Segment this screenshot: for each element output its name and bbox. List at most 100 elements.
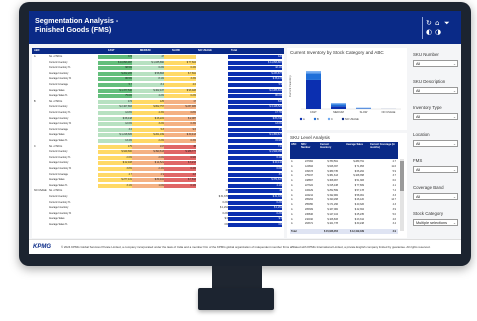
sku-cell: 263371 — [305, 222, 313, 226]
matrix-row[interactable]: B No. of SKUs 474 125 17 616 — [32, 99, 284, 104]
matrix-row[interactable]: Current Inventory % 68.5% 6.2% 0.4% 42.1% — [32, 66, 284, 71]
matrix-row[interactable]: Current Inventory $ 10,893,997 $ 1,035,890… — [32, 60, 284, 65]
matrix-cell-metric: Average Inventory % — [49, 167, 72, 170]
sku-row[interactable]: A 236846 $ 127,104 $ 25,235 5.0 — [290, 213, 398, 217]
home-icon[interactable]: ⌂ — [435, 20, 439, 27]
matrix-cell-nm — [196, 117, 228, 121]
matrix-row[interactable]: Current Inventory % 12.8% 4.3% 0.8% 17.7% — [32, 111, 284, 115]
matrix-row[interactable]: Current Inventory $ 949,660 $ 390,613 $ 188… — [32, 150, 284, 155]
chart-bar-b[interactable] — [306, 73, 321, 80]
matrix-cell-total: $ 233,877 — [228, 71, 282, 76]
matrix-row[interactable]: Average Sales $ 1,218,605 $ 201,199 $ 30,41… — [32, 133, 284, 138]
inventory-bar-chart[interactable]: Current InventoryFAST MEDIUM SLOW NO USAGEA… — [287, 61, 407, 129]
filter-dropdown[interactable]: All ⌄ — [413, 60, 458, 67]
matrix-row[interactable]: Current Coverage 3.6 5.8 9.6 4.1 — [32, 127, 284, 132]
sku-row[interactable]: A 227322 $ 315,438 $ 77,669 4.1 — [290, 184, 398, 188]
matrix-row[interactable]: Average Inventory % 0.2% 0.2% — [32, 211, 284, 216]
matrix-cell-metric: Average Inventory — [49, 71, 69, 75]
matrix-row[interactable]: Average Inventory $ 1,291 $ 1,291 — [32, 206, 284, 211]
matrix-cell-seg: C — [34, 144, 36, 148]
filter-value: All — [416, 115, 421, 119]
sku-row[interactable]: A 275197 $ 381,613 $ 108,358 3.7 — [290, 174, 398, 178]
sku-row[interactable]: A 237062 $ 780,561 $ 289,791 2.7 — [290, 160, 398, 164]
chart-legend-marker — [341, 117, 345, 121]
matrix-cell-slow: $ 237,905 — [164, 105, 196, 110]
matrix-row[interactable]: A No. of SKUs 373 47 420 — [32, 55, 284, 59]
matrix-row[interactable]: Average Sales % 75.6% 4.2% 0.2% 80.0% — [32, 94, 284, 99]
matrix-row[interactable]: Average Inventory $ 202,205 $ 58,863 $ 7,69… — [32, 71, 284, 76]
sku-header-abc: ABC — [291, 143, 297, 146]
sku-row[interactable]: A 265264 $ 190,268 $ 26,120 14.7 — [290, 198, 398, 202]
matrix-cell-nm: 0% — [224, 223, 228, 226]
matrix-row[interactable]: Average Sales % 13.4% 2.2% 0.3% 15.9% — [32, 139, 284, 143]
sku-cell: $ 252,599 — [327, 188, 338, 192]
filter-dropdown[interactable]: All ⌄ — [413, 86, 458, 94]
matrix-cell-total: 0.2% — [228, 211, 282, 216]
matrix-row[interactable]: Average Inventory $ 68,418 $ 26,222 $ 2,087… — [32, 116, 284, 121]
sku-cell: $ 190,268 — [327, 198, 338, 202]
refresh-icon[interactable]: ↻ — [426, 20, 432, 27]
chart-bar-b[interactable] — [356, 108, 371, 109]
matrix-row[interactable]: Average Sales % 0% 0% — [32, 223, 284, 227]
matrix-row[interactable]: Average Sales $ 1,377,546 $ 402,437 $ 96,92… — [32, 88, 284, 93]
chart-bar-c[interactable] — [331, 103, 346, 105]
matrix-cell-slow: 4.8 — [164, 172, 196, 177]
chart-bar-c[interactable] — [306, 71, 321, 74]
chart-legend-label: B — [317, 117, 319, 121]
chart-bar-b[interactable] — [331, 104, 346, 107]
matrix-row[interactable]: Current Inventory % 0.2% 0.2% — [32, 200, 284, 205]
matrix-row[interactable]: Current Inventory % 2.6% 2.6% 0.9% 6.1% — [32, 155, 284, 160]
chart-legend-label: C — [331, 117, 333, 121]
sku-scrollbar[interactable] — [400, 159, 404, 231]
matrix-cell-nm: $ 1,291 — [220, 206, 228, 210]
matrix-row[interactable]: Average Inventory % 3.8% 2.4% 0.4% 6.6% — [32, 167, 284, 171]
sku-row[interactable]: A 224212 $ 192,982 $ 58,061 3.3 — [290, 194, 398, 198]
matrix-cell-medium — [132, 223, 164, 227]
sku-row[interactable]: A 255050 $ 171,296 $ 40,326 4.3 — [290, 203, 398, 207]
chart-bar-c[interactable] — [356, 107, 371, 109]
bookmark-icon[interactable]: ◑ — [435, 29, 441, 36]
sku-cell: $ 66,262 — [354, 169, 364, 173]
matrix-row[interactable]: Current Coverage 5.7 8.4 4.0 5.9 — [32, 83, 284, 87]
sku-row[interactable]: A 198867 $ 308,967 $ 51,383 6.0 — [290, 179, 398, 183]
sku-cell: $ 171,296 — [327, 203, 338, 207]
filter-dropdown[interactable]: All ⌄ — [413, 192, 458, 200]
sku-row[interactable]: A 210010 $ 106,833 $ 23,312 4.6 — [290, 218, 398, 222]
sku-row[interactable]: A 169373 $ 389,735 $ 66,262 5.9 — [290, 170, 398, 174]
sku-row[interactable]: A 124694 $ 626,397 $ 71,953 11.6 — [290, 165, 398, 169]
sku-row[interactable]: A 263371 $ 101,778 $ 30,248 3.4 — [290, 222, 398, 226]
matrix-cell-medium: 125 — [132, 99, 164, 104]
matrix-row[interactable]: Average Sales $ 277,431 $ 89,402 $ 7,814 $ 3… — [32, 178, 284, 183]
matrix-row[interactable]: Current Inventory $ 31,376 $ 31,376 — [32, 195, 284, 199]
matrix-row[interactable]: Average Sales $ 0 $ 0 — [32, 217, 284, 222]
matrix-row[interactable]: Current Coverage 2.7 2.9 4.8 3.0 — [32, 172, 284, 177]
filter-dropdown[interactable]: All ⌄ — [413, 166, 458, 173]
matrix-row[interactable]: Average Inventory % 86.5% 8.1% 3.3% $ 38,473 — [32, 77, 284, 82]
matrix-cell-slow: 9.6 — [164, 127, 196, 132]
filter-dropdown[interactable]: Multiple selections ⌄ — [413, 219, 458, 226]
sku-row[interactable]: A 205309 $ 167,082 $ 42,364 3.9 — [290, 208, 398, 212]
matrix-cell-metric: Average Sales — [49, 217, 65, 221]
segmentation-matrix: ABC FAST MEDIUM SLOW NO USAGE Total A No.… — [32, 48, 284, 238]
chevron-down-icon: ⌄ — [452, 194, 456, 199]
matrix-row[interactable]: Average Inventory $ 22,408 $ 14,521 $ 3,213… — [32, 161, 284, 166]
matrix-row[interactable]: Average Sales % 3.1% 1.0% 0.1% 4.1% — [32, 183, 284, 188]
monitor-stand-neck — [212, 266, 262, 290]
matrix-cell-nm — [196, 184, 228, 188]
matrix-cell-fast — [98, 201, 132, 205]
sku-scrollbar-thumb[interactable] — [400, 161, 404, 191]
chart-bar-a[interactable] — [306, 79, 321, 109]
back-icon[interactable]: ◐ — [426, 29, 432, 36]
matrix-cell-medium: 8.4 — [132, 83, 164, 87]
matrix-row[interactable]: C No. of SKUs 475 197 38 710 — [32, 144, 284, 149]
chart-bar-a[interactable] — [331, 106, 346, 109]
matrix-row[interactable]: NO USAGE No. of SKUs 46 46 — [32, 189, 284, 194]
filter-icon[interactable]: ⏷ — [444, 20, 450, 27]
page-title-line2: Finished Goods (FMS) — [35, 24, 112, 34]
filter-dropdown[interactable]: All ⌄ — [413, 139, 458, 147]
filter-dropdown[interactable]: All ⌄ — [413, 113, 458, 120]
chevron-down-icon: ⌄ — [452, 115, 456, 119]
matrix-row[interactable]: Current Inventory $ 2,407,863 $ 802,757 $ 2… — [32, 105, 284, 110]
sku-row[interactable]: A 106429 $ 252,599 $ 57,178 7.4 — [290, 189, 398, 193]
matrix-row[interactable]: Average Inventory % 12.6% 3.2% 0.3% 13.6% — [32, 122, 284, 127]
